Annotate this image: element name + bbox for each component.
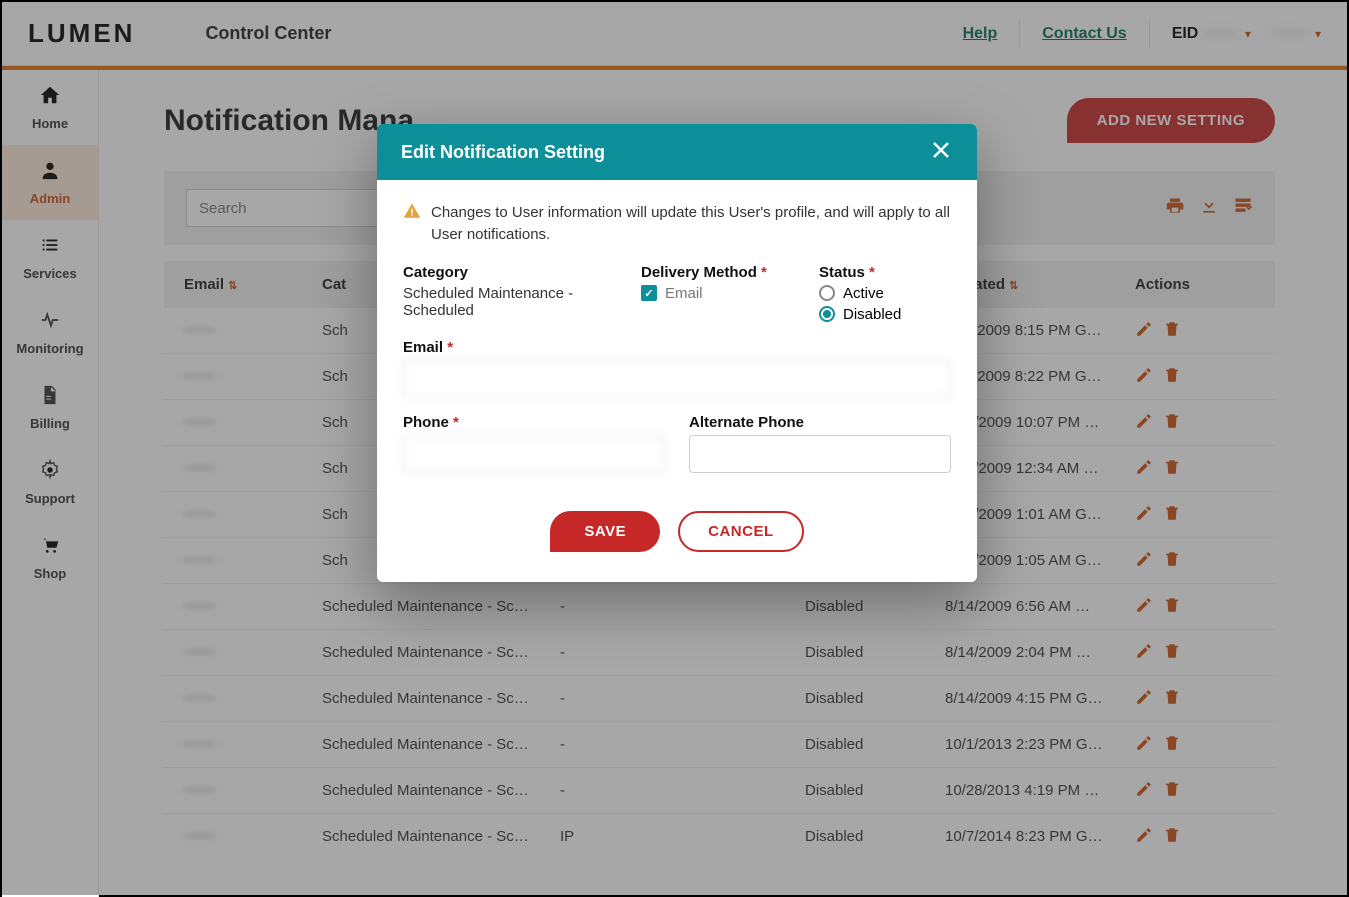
status-label: Status * [819,264,951,281]
close-icon[interactable] [929,138,953,167]
status-disabled-radio[interactable]: Disabled [819,306,951,323]
radio-off-icon [819,285,835,301]
save-button[interactable]: SAVE [550,511,660,552]
checkbox-checked-icon: ✓ [641,285,657,301]
category-label: Category [403,264,613,281]
cancel-button[interactable]: CANCEL [678,511,804,552]
alternate-phone-label: Alternate Phone [689,414,951,431]
radio-on-icon [819,306,835,322]
delivery-email-checkbox[interactable]: ✓ Email [641,285,791,302]
modal-title: Edit Notification Setting [401,142,605,163]
email-field[interactable] [403,360,951,398]
category-value: Scheduled Maintenance - Scheduled [403,285,613,319]
delivery-email-label: Email [665,285,703,302]
warning-text: Changes to User information will update … [431,202,951,246]
phone-field-label: Phone * [403,414,665,431]
edit-notification-modal: Edit Notification Setting Changes to Use… [377,124,977,582]
alternate-phone-field[interactable] [689,435,951,473]
delivery-method-label: Delivery Method * [641,264,791,281]
status-active-label: Active [843,285,884,302]
phone-field[interactable] [403,435,665,473]
status-disabled-label: Disabled [843,306,901,323]
warning-icon [403,202,421,246]
email-field-label: Email * [403,339,951,356]
status-active-radio[interactable]: Active [819,285,951,302]
